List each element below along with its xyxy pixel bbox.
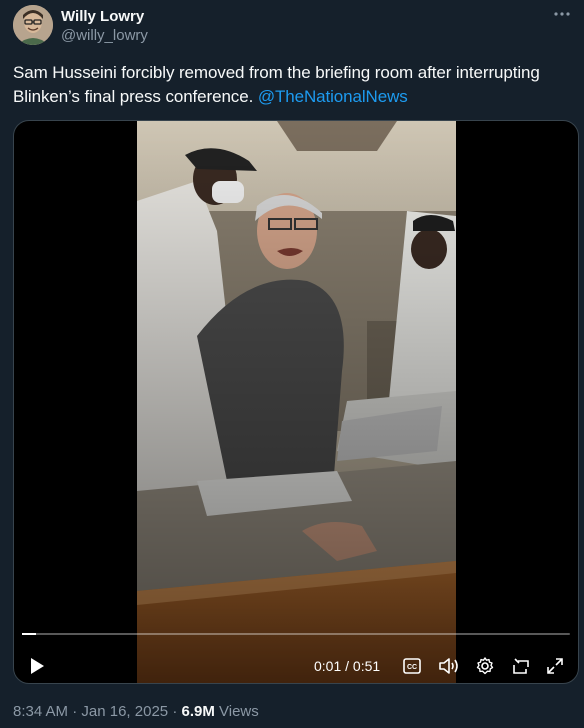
more-options-icon[interactable] xyxy=(552,5,572,25)
settings-gear-icon[interactable] xyxy=(475,655,495,677)
video-player[interactable]: 0:01 / 0:51 CC xyxy=(13,120,579,684)
tweet-time[interactable]: 8:34 AM xyxy=(13,703,68,720)
current-time: 0:01 xyxy=(314,658,342,674)
views-count: 6.9M xyxy=(181,703,215,720)
author-display-name[interactable]: Willy Lowry xyxy=(61,7,148,26)
avatar-image xyxy=(13,5,53,45)
mention-link[interactable]: @TheNationalNews xyxy=(258,87,408,106)
views-label: Views xyxy=(219,703,259,720)
volume-icon[interactable] xyxy=(438,655,460,677)
time-readout: 0:01 / 0:51 xyxy=(314,655,394,677)
author-handle[interactable]: @willy_lowry xyxy=(61,26,148,46)
tweet-meta: 8:34 AM · Jan 16, 2025 · 6.9M Views xyxy=(13,702,259,722)
popout-icon[interactable] xyxy=(511,655,531,677)
tweet-text: Sam Husseini forcibly removed from the b… xyxy=(13,61,573,109)
fullscreen-icon[interactable] xyxy=(545,655,565,677)
meta-separator: · xyxy=(72,703,82,720)
tweet-date[interactable]: Jan 16, 2025 xyxy=(81,703,168,720)
video-frame xyxy=(137,121,456,683)
time-separator: / xyxy=(345,658,350,674)
captions-label: CC xyxy=(407,664,417,671)
avatar[interactable] xyxy=(13,5,53,45)
duration: 0:51 xyxy=(352,658,381,674)
video-controls: 0:01 / 0:51 CC xyxy=(14,623,578,683)
play-icon[interactable] xyxy=(26,655,48,677)
progress-fill xyxy=(22,633,36,635)
captions-icon[interactable]: CC xyxy=(403,655,421,677)
author-names: Willy Lowry @willy_lowry xyxy=(61,7,148,46)
progress-bar[interactable] xyxy=(22,633,570,635)
tweet-header: Willy Lowry @willy_lowry xyxy=(13,5,572,49)
